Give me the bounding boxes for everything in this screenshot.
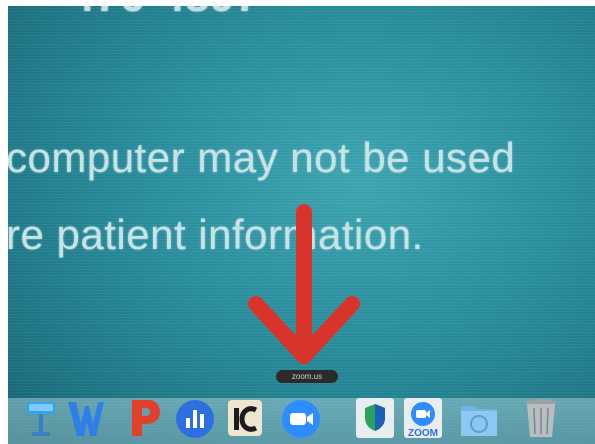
analytics-icon[interactable] [174, 394, 216, 440]
phone-number-text: 476-4897 [70, 6, 260, 22]
keynote-icon[interactable] [20, 394, 62, 440]
word-icon[interactable] [64, 394, 106, 440]
zoom-icon[interactable] [280, 394, 322, 440]
powerpoint-icon[interactable] [124, 394, 166, 440]
zoom-installer-icon[interactable]: ZOOM [402, 394, 444, 440]
desktop-screen: 476-4897 computer may not be used re pat… [8, 6, 595, 444]
ic-app-icon[interactable] [224, 394, 266, 440]
notice-line-1: computer may not be used [8, 134, 516, 181]
red-down-arrow-icon [248, 204, 360, 364]
downloads-folder-icon[interactable] [458, 394, 500, 440]
trash-icon[interactable] [520, 394, 562, 440]
zoom-installer-label: ZOOM [408, 428, 438, 439]
dock-tooltip: zoom.us [276, 370, 338, 383]
zoom-plugin-icon[interactable] [354, 394, 396, 440]
